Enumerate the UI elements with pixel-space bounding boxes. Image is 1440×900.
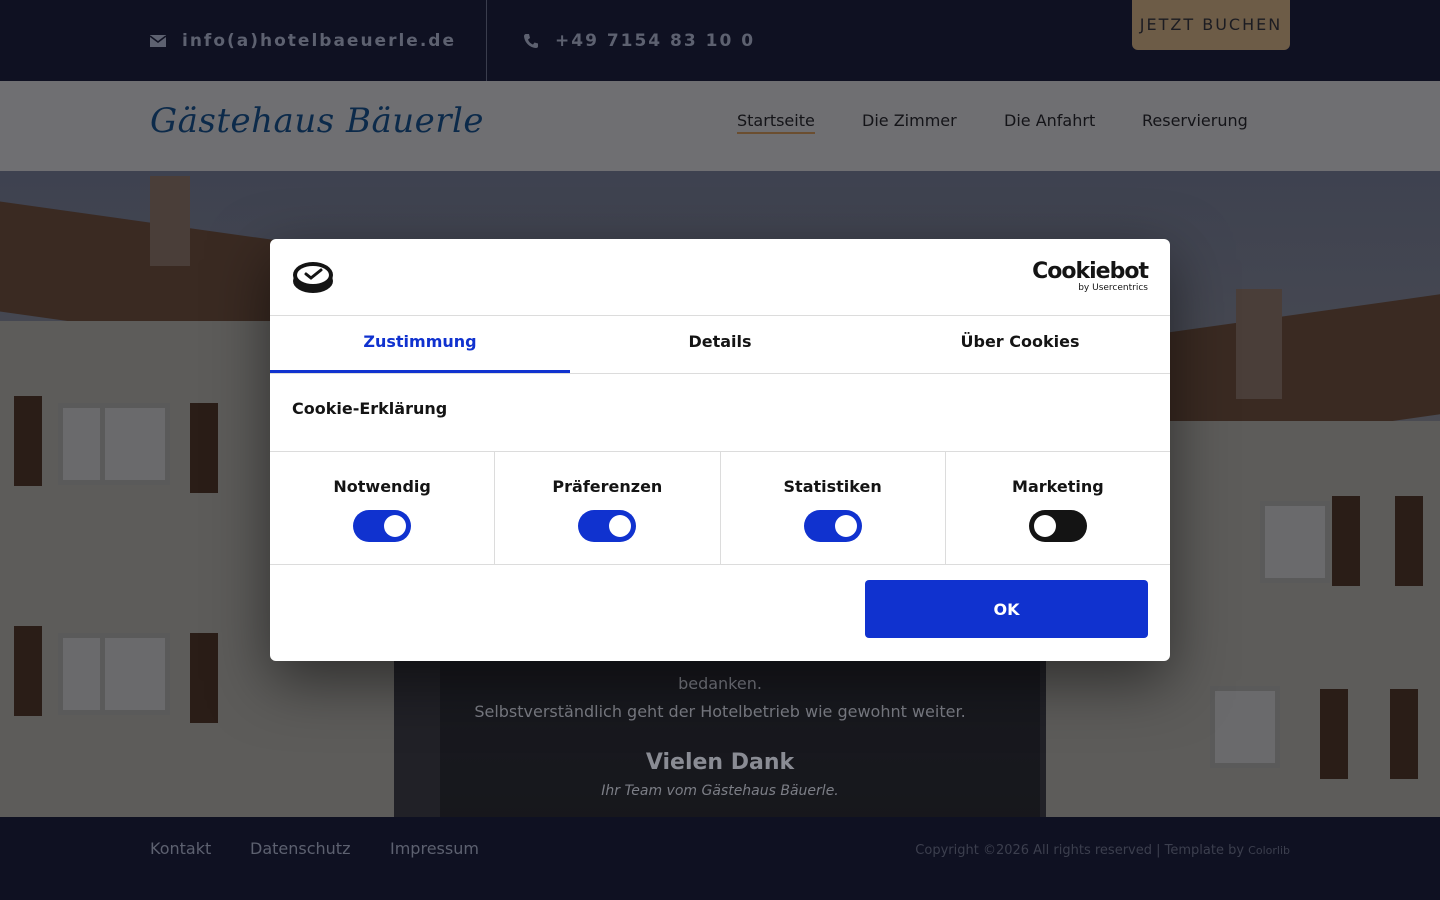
hero-shutter — [1320, 689, 1348, 779]
dialog-heading: Cookie-Erklärung — [292, 399, 448, 418]
category-marketing: Marketing — [946, 452, 1170, 564]
copyright-label: Copyright ©2026 All rights reserved | Te… — [915, 843, 1245, 858]
main-navigation: Gästehaus Bäuerle Startseite Die Zimmer … — [0, 81, 1440, 171]
toggle-statistiken[interactable] — [803, 510, 862, 542]
hero-shutter — [190, 403, 218, 493]
notice-thanks: Vielen Dank — [645, 750, 795, 775]
tab-ueber-cookies[interactable]: Über Cookies — [870, 316, 1170, 373]
category-praeferenzen: Präferenzen — [495, 452, 721, 564]
category-label: Statistiken — [783, 477, 882, 496]
toggle-knob — [384, 515, 407, 537]
hero-shutter — [1390, 689, 1418, 779]
email-contact[interactable]: info(a)hotelbaeuerle.de — [150, 31, 456, 51]
hero-shutter — [1332, 496, 1360, 586]
toggle-knob — [1033, 515, 1056, 537]
nav-item-startseite[interactable]: Startseite — [737, 111, 815, 134]
hero-shutter — [14, 396, 42, 486]
copyright-text: Copyright ©2026 All rights reserved | Te… — [915, 843, 1290, 858]
cookie-categories: Notwendig Präferenzen Statistiken Market… — [270, 451, 1170, 565]
category-label: Marketing — [1012, 477, 1104, 496]
footer-link-datenschutz[interactable]: Datenschutz — [250, 839, 350, 858]
hero-window — [100, 633, 170, 715]
hero-chimney — [150, 176, 190, 266]
phone-contact[interactable]: +49 7154 83 10 0 — [523, 31, 755, 51]
category-label: Notwendig — [333, 477, 431, 496]
cookie-consent-dialog: Cookiebot by Usercentrics Zustimmung Det… — [270, 239, 1170, 661]
category-notwendig: Notwendig — [270, 452, 496, 564]
cookiebot-name: Cookiebot — [1032, 259, 1149, 284]
toggle-praeferenzen[interactable] — [578, 510, 637, 542]
top-bar: info(a)hotelbaeuerle.de +49 7154 83 10 0… — [0, 0, 1440, 81]
toggle-marketing[interactable] — [1028, 510, 1087, 542]
notice-line: bedanken. — [678, 674, 762, 693]
topbar-divider — [486, 0, 487, 81]
toggle-notwendig[interactable] — [353, 510, 412, 542]
envelope-icon — [150, 35, 166, 47]
dialog-header: Cookiebot by Usercentrics — [270, 239, 1170, 316]
cookiebot-byline: by Usercentrics — [1078, 283, 1148, 293]
site-logo[interactable]: Gästehaus Bäuerle — [150, 101, 484, 141]
book-now-button[interactable]: JETZT BUCHEN — [1132, 0, 1290, 50]
hero-window — [100, 403, 170, 485]
footer: Kontakt Datenschutz Impressum Copyright … — [0, 817, 1440, 900]
phone-text: +49 7154 83 10 0 — [555, 31, 756, 51]
notice-line: Selbstverständlich geht der Hotelbetrieb… — [474, 702, 966, 721]
hero-shutter — [190, 633, 218, 723]
footer-link-kontakt[interactable]: Kontakt — [150, 839, 211, 858]
hero-shutter — [14, 626, 42, 716]
nav-item-zimmer[interactable]: Die Zimmer — [862, 111, 957, 130]
toggle-knob — [609, 515, 632, 537]
dialog-tabs: Zustimmung Details Über Cookies — [270, 316, 1170, 374]
template-credit-link[interactable]: Colorlib — [1248, 844, 1290, 857]
cookie-logo-icon — [293, 262, 333, 293]
hero-window — [1260, 501, 1330, 583]
nav-item-anfahrt[interactable]: Die Anfahrt — [1004, 111, 1095, 130]
footer-link-impressum[interactable]: Impressum — [390, 839, 479, 858]
hero-shutter — [1395, 496, 1423, 586]
notice-signature: Ihr Team vom Gästehaus Bäuerle. — [601, 783, 839, 799]
cookiebot-brand[interactable]: Cookiebot by Usercentrics — [1032, 259, 1149, 294]
hero-window — [1210, 686, 1280, 768]
phone-icon — [524, 34, 538, 48]
category-statistiken: Statistiken — [721, 452, 946, 564]
hero-chimney — [1236, 289, 1282, 399]
toggle-knob — [834, 515, 857, 537]
tab-zustimmung[interactable]: Zustimmung — [270, 316, 570, 373]
ok-button[interactable]: OK — [865, 580, 1148, 638]
nav-item-reservierung[interactable]: Reservierung — [1142, 111, 1248, 130]
tab-details[interactable]: Details — [570, 316, 870, 373]
email-text: info(a)hotelbaeuerle.de — [182, 31, 456, 51]
category-label: Präferenzen — [552, 477, 663, 496]
